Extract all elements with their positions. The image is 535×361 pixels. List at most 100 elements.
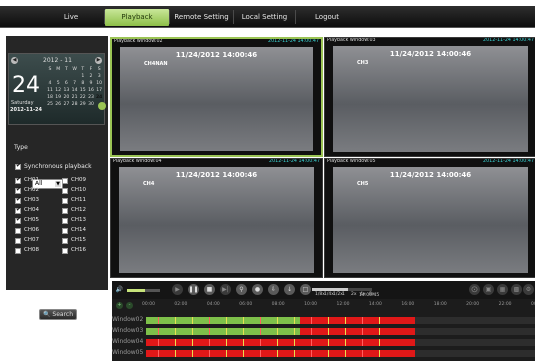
play-icon[interactable]: ▶ — [172, 284, 183, 295]
calendar-day[interactable]: 16 — [87, 88, 95, 93]
channel-checkbox[interactable] — [15, 248, 21, 254]
stop-icon[interactable]: ■ — [204, 284, 215, 295]
event-marker — [362, 317, 363, 324]
calendar-day[interactable]: 17 — [95, 88, 103, 93]
event-marker — [209, 339, 210, 346]
selected-day-number: 24 — [12, 73, 40, 98]
zoom-out-icon[interactable]: - — [126, 302, 133, 309]
volume-icon[interactable]: 🔊 — [114, 284, 125, 295]
playback-window[interactable]: 11/24/2012 14:00:46 CH4 Playback window:04… — [110, 158, 323, 278]
channel-checkbox[interactable] — [62, 228, 68, 234]
timeline-bar[interactable] — [146, 339, 535, 346]
calendar-day[interactable]: 3 — [95, 74, 103, 79]
channel-checkbox[interactable] — [15, 176, 21, 184]
calendar-day[interactable]: 21 — [71, 95, 79, 100]
calendar-day[interactable]: 2 — [87, 74, 95, 79]
tab-playback[interactable]: Playback — [105, 9, 169, 26]
volume-slider[interactable] — [127, 289, 160, 292]
zoom-icon[interactable]: ⚲ — [236, 284, 247, 295]
calendar-day[interactable]: 22 — [79, 95, 87, 100]
channel-checkbox[interactable] — [15, 216, 21, 224]
weekday-header: W — [72, 67, 77, 72]
tab-logout[interactable]: Logout — [296, 9, 358, 26]
calendar-day[interactable]: 10 — [95, 81, 103, 86]
event-marker — [345, 339, 346, 346]
layout-4-icon[interactable]: ▣ — [483, 284, 494, 295]
channel-checkbox[interactable] — [15, 238, 21, 244]
playback-window[interactable]: 11/24/2012 14:00:46 CH4NAN Playback window… — [110, 37, 323, 157]
channel-checkbox[interactable] — [62, 198, 68, 204]
search-button[interactable]: 🔍 Search — [39, 309, 77, 320]
speed-label[interactable]: 2x — [351, 292, 357, 297]
frame-step-icon[interactable]: ▶| — [220, 284, 231, 295]
event-marker — [328, 339, 329, 346]
timeline-row[interactable]: Window05 — [112, 349, 535, 357]
channel-checkbox[interactable] — [15, 186, 21, 194]
event-marker — [243, 350, 244, 357]
calendar-day[interactable]: 14 — [71, 88, 79, 93]
layout-9-icon[interactable]: ▦ — [497, 284, 508, 295]
playback-window[interactable]: 11/24/2012 14:00:46 CH3 Playback window:03… — [324, 37, 535, 157]
timeline-bar[interactable] — [146, 350, 535, 357]
speed-slider[interactable] — [312, 288, 372, 291]
timeline-row[interactable]: Window02 — [112, 316, 535, 324]
calendar-day[interactable]: 20 — [62, 95, 70, 100]
channel-checkbox[interactable] — [62, 218, 68, 224]
download-icon[interactable]: ↓ — [284, 284, 295, 295]
timeline-row[interactable]: Window04 — [112, 338, 535, 346]
snapshot-icon[interactable]: ● — [252, 284, 263, 295]
timeline-bar[interactable] — [146, 317, 535, 324]
calendar-day[interactable]: 24 — [95, 95, 103, 100]
timeline-bar[interactable] — [146, 328, 535, 335]
layout-16-icon[interactable]: ▩ — [511, 284, 522, 295]
calendar-day[interactable]: 26 — [54, 102, 62, 107]
channel-checkbox[interactable] — [15, 228, 21, 234]
calendar-day[interactable]: 18 — [46, 95, 54, 100]
channel-checkbox[interactable] — [62, 208, 68, 214]
layout-1-icon[interactable]: ⨀ — [469, 284, 480, 295]
sync-playback-checkbox[interactable] — [15, 162, 21, 170]
event-marker — [260, 317, 261, 324]
window-title: Playback window:05 — [327, 159, 376, 164]
calendar-day[interactable]: 28 — [71, 102, 79, 107]
fullscreen-icon[interactable]: □ — [300, 284, 311, 295]
calendar-day[interactable]: 27 — [62, 102, 70, 107]
calendar-day[interactable]: 12 — [54, 88, 62, 93]
tab-remote-setting[interactable]: Remote Setting — [170, 9, 233, 26]
event-marker — [226, 350, 227, 357]
channel-checkbox[interactable] — [62, 188, 68, 194]
calendar-day[interactable]: 8 — [79, 81, 87, 86]
next-month-icon[interactable]: ▶ — [95, 57, 102, 64]
channel-checkbox[interactable] — [15, 206, 21, 214]
tab-local-setting[interactable]: Local Setting — [234, 9, 295, 26]
calendar-day[interactable]: 19 — [54, 95, 62, 100]
channel-checkbox[interactable] — [62, 238, 68, 244]
calendar-day[interactable]: 29 — [79, 102, 87, 107]
calendar-day[interactable]: 9 — [87, 81, 95, 86]
event-marker — [243, 317, 244, 324]
speed-label[interactable]: 1 — [342, 292, 345, 297]
calendar-day[interactable]: 15 — [79, 88, 87, 93]
event-marker — [192, 339, 193, 346]
timeline-row[interactable]: Window03 — [112, 327, 535, 335]
calendar-day[interactable]: 1 — [79, 74, 87, 79]
calendar-day[interactable]: 7 — [71, 81, 79, 86]
pause-icon[interactable]: ❚❚ — [188, 284, 199, 295]
channel-checkbox[interactable] — [62, 248, 68, 254]
settings-icon[interactable]: ⚙ — [523, 284, 534, 295]
calendar-day[interactable]: 4 — [46, 81, 54, 86]
tab-live[interactable]: Live — [38, 9, 104, 26]
channel-checkbox[interactable] — [62, 178, 68, 184]
calendar-day[interactable]: 23 — [87, 95, 95, 100]
event-marker — [243, 339, 244, 346]
calendar-day[interactable]: 13 — [62, 88, 70, 93]
calendar-day[interactable]: 25 — [46, 102, 54, 107]
calendar-day[interactable]: 11 — [46, 88, 54, 93]
playback-window[interactable]: 11/24/2012 14:00:46 CH5 Playback window:05… — [324, 158, 535, 278]
calendar-day[interactable]: 30 — [87, 102, 95, 107]
calendar-day[interactable]: 6 — [62, 81, 70, 86]
backup-icon[interactable]: ⇩ — [268, 284, 279, 295]
calendar-day[interactable]: 5 — [54, 81, 62, 86]
zoom-in-icon[interactable]: + — [116, 302, 123, 309]
channel-checkbox[interactable] — [15, 196, 21, 204]
